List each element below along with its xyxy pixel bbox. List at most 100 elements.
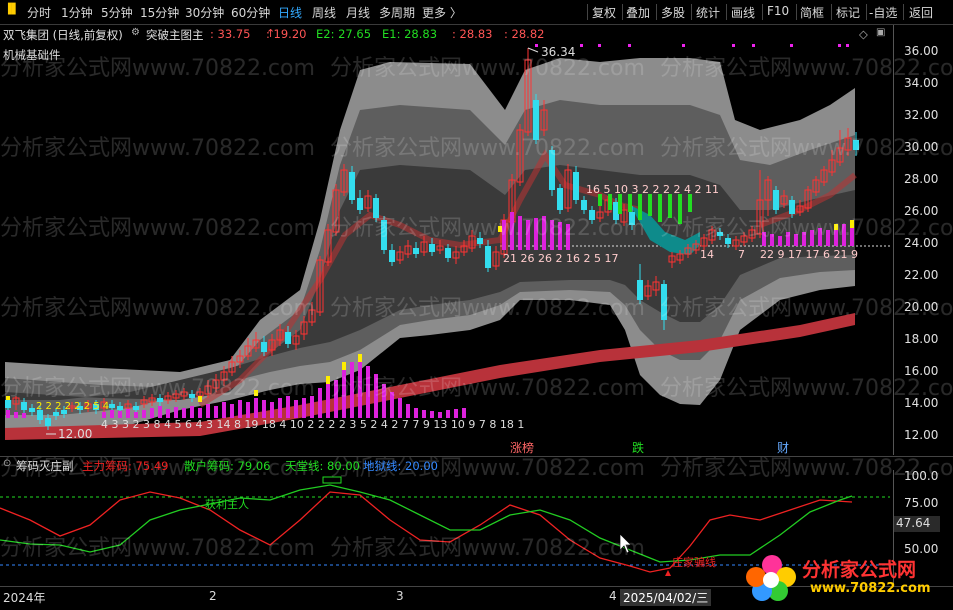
chip-bar	[278, 398, 282, 418]
watermark-text: 分析家公式网www.70822.com	[330, 536, 645, 561]
month-2: 2	[209, 589, 217, 603]
candle-body	[261, 342, 267, 352]
chip-bar	[230, 404, 234, 418]
sub-indicator-name[interactable]: 筹码灭庄副	[16, 458, 74, 474]
chip-bar	[158, 406, 162, 418]
price-axis: 36.00 34.00 32.00 30.00 28.00 26.00 24.0…	[893, 25, 953, 455]
signal-14: 14	[700, 248, 714, 261]
window-icon[interactable]: ▣	[876, 27, 885, 38]
value-1: : 33.75	[210, 27, 251, 41]
signal-7: 7	[738, 248, 745, 261]
chip-bar	[430, 411, 434, 418]
chip-text-green: 16 5 10 3 2 2 2 2 4 2 11	[586, 183, 719, 196]
high-pointer	[527, 47, 539, 53]
watermark-text: 分析家公式网www.70822.com	[0, 536, 315, 561]
chip-bar-yellow	[342, 362, 346, 370]
candle-body	[533, 100, 539, 140]
chip-bar	[246, 402, 250, 418]
candle-body	[133, 406, 139, 410]
value-2-text: : 19.20	[266, 27, 307, 41]
candle-body	[45, 418, 51, 426]
site-logo: 分析家公式网 www.70822.com	[744, 551, 944, 603]
top-signal-dots	[535, 44, 849, 47]
candle-body	[29, 408, 35, 412]
low-label: 12.00	[58, 427, 92, 441]
chart-canvas[interactable]: 36.34 12.00 4 3 3 2 3 8 4 5 6 4 3 14 8 1…	[0, 0, 953, 609]
signal-dot	[535, 44, 538, 47]
candle-body	[117, 406, 123, 410]
chip-bar	[454, 409, 458, 418]
indicator-info-bar: 双飞集团 (日线,前复权) ⚙ 突破主图主 : 33.75 ↑ : 19.20 …	[0, 25, 953, 43]
price-tick: 16.00	[904, 364, 939, 378]
candle-body	[413, 248, 419, 254]
candle-body	[773, 190, 779, 210]
chip-bar	[126, 409, 130, 418]
candle-body	[21, 402, 27, 410]
watermark-text: 分析家公式网www.70822.com	[0, 216, 315, 241]
candle-body	[581, 200, 587, 210]
chip-bar	[182, 408, 186, 418]
watermark-text: 分析家公式网www.70822.com	[0, 376, 315, 401]
chip-bar	[238, 400, 242, 418]
green-bar	[618, 194, 622, 214]
signal-dot	[628, 44, 631, 47]
retail-chips-label: 散户筹码: 79.06	[184, 459, 271, 473]
sub-tick: 75.00	[904, 496, 939, 510]
chip-bar	[398, 398, 402, 418]
chip-text-left: 4 3 3 2 3 8 4 5 6 4 3 14 8 19 18 4 10 2 …	[101, 418, 524, 431]
green-bar	[668, 194, 672, 218]
chip-bar	[206, 404, 210, 418]
candle-body	[429, 244, 435, 252]
signal-dot	[752, 44, 755, 47]
signal-dot	[732, 44, 735, 47]
candle-body	[285, 332, 291, 344]
cursor-date: 2025/04/02/三	[620, 589, 712, 606]
candle-body	[789, 200, 795, 214]
chip-bar	[254, 398, 258, 418]
chip-text-mid: 21 26 26 2 16 2 5 17	[503, 252, 618, 265]
candle-body	[53, 412, 59, 416]
chip-bar	[166, 409, 170, 418]
chip-bar	[214, 406, 218, 418]
chip-bar	[446, 410, 450, 418]
marker-die: 跌	[632, 440, 644, 455]
collapse-icon[interactable]: ⊙	[3, 458, 11, 469]
signal-dot	[580, 44, 583, 47]
chip-bar	[294, 400, 298, 418]
chip-bar	[150, 408, 154, 418]
chip-bar	[318, 388, 322, 418]
trap-arrow-icon	[665, 570, 671, 576]
stock-title: 双飞集团 (日线,前复权)	[3, 28, 123, 42]
candle-body	[5, 400, 11, 408]
month-4: 4	[609, 589, 617, 603]
chip-bar	[414, 408, 418, 418]
candle-body	[389, 250, 395, 262]
trap-text: 庄家骗线	[672, 555, 716, 569]
watermark-text: 分析家公式网www.70822.com	[330, 136, 645, 161]
logo-title: 分析家公式网	[802, 559, 917, 581]
signal-dot	[838, 44, 841, 47]
candle-body	[485, 246, 491, 268]
chip-text-right: 22 9 17 17 6 21 9	[760, 248, 858, 261]
signal-dot	[598, 44, 601, 47]
value-e2: E2: 27.65	[316, 27, 372, 41]
settings-icon[interactable]: ⚙	[131, 27, 140, 38]
logo-url: www.70822.com	[810, 581, 931, 596]
green-bar	[628, 194, 632, 212]
marker-cai: 财	[777, 441, 789, 455]
candle-body	[349, 172, 355, 200]
signal-dot	[790, 44, 793, 47]
green-bar	[608, 194, 612, 210]
diamond-icon[interactable]: ◇	[859, 27, 868, 41]
early-text: 2 2 2 2 2 2 5 4	[36, 401, 109, 412]
sector-label: 机械基础件	[3, 48, 61, 62]
value-5: : 28.83	[452, 27, 493, 41]
chip-bar-yellow	[358, 354, 362, 362]
indicator-name[interactable]: 突破主图主	[146, 27, 204, 43]
price-tick: 22.00	[904, 268, 939, 282]
chip-bar	[462, 408, 466, 418]
sub-indicator-header: ⊙ 筹码灭庄副 主力筹码: 75.49 散户筹码: 79.06 天堂线: 80.…	[0, 456, 953, 474]
price-tick: 36.00	[904, 44, 939, 58]
flower-logo-icon	[746, 555, 796, 601]
chip-bar	[6, 410, 10, 418]
